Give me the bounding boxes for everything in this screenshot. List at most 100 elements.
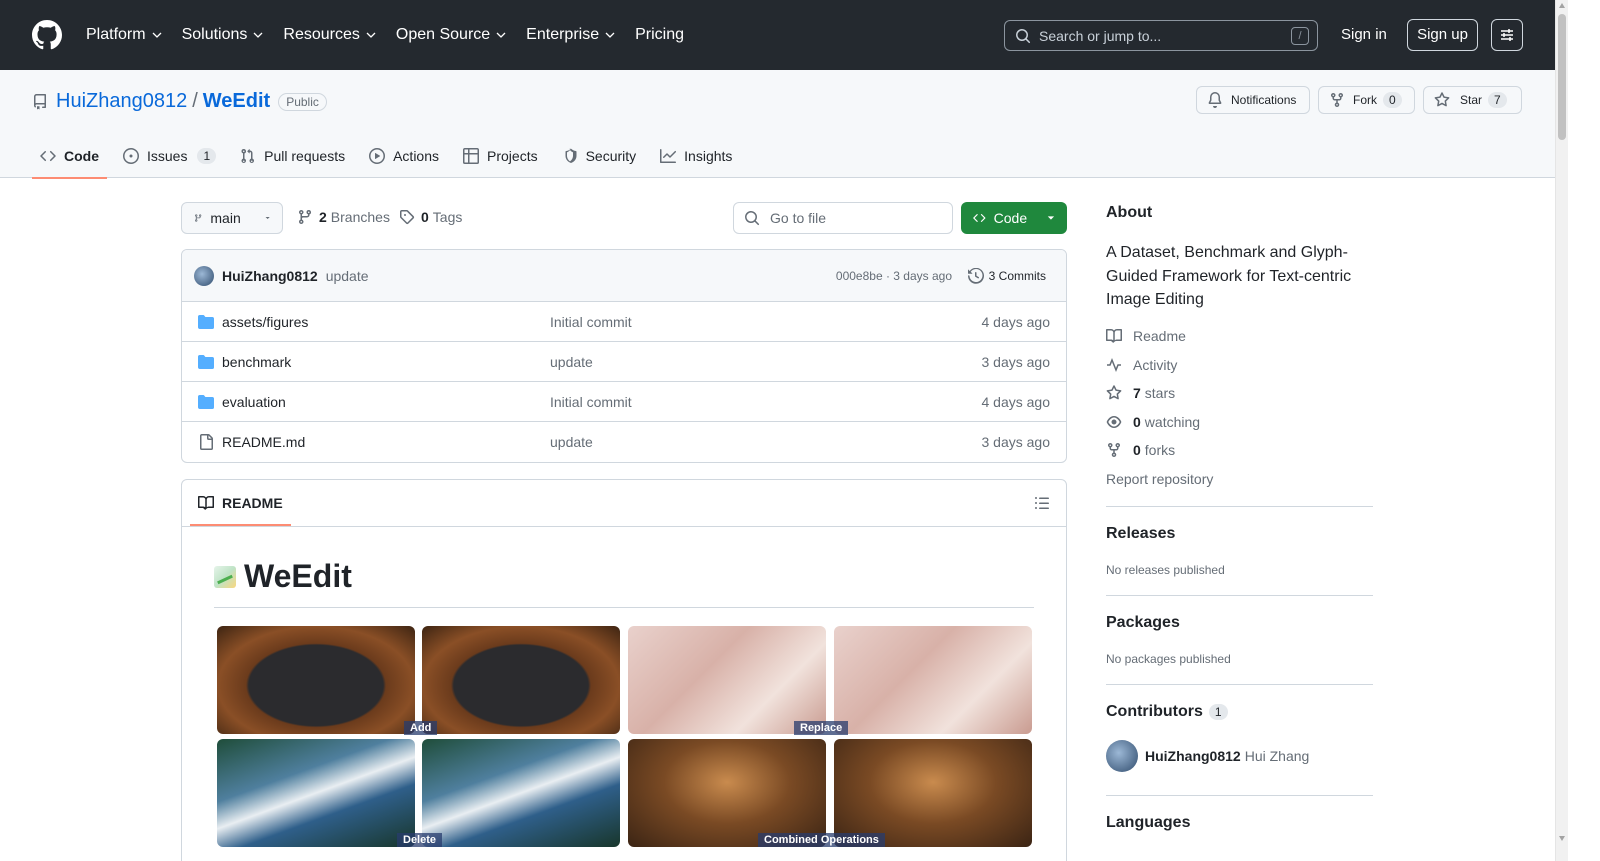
commit-author-link[interactable]: HuiZhang0812 — [222, 268, 318, 284]
avatar[interactable] — [1106, 740, 1138, 772]
search-input[interactable]: Search or jump to... / — [1004, 20, 1318, 51]
example-image-delete-source — [217, 739, 415, 847]
branches-label: Branches — [330, 209, 390, 225]
go-to-file-input[interactable]: Go to file — [733, 202, 953, 234]
releases-empty-note: No releases published — [1106, 563, 1225, 577]
star-icon — [1106, 385, 1122, 400]
example-image-delete-result — [422, 739, 620, 847]
file-name-link[interactable]: README.md — [222, 434, 542, 450]
contributor-login[interactable]: HuiZhang0812 — [1145, 748, 1241, 764]
fork-count: 0 — [1383, 92, 1402, 108]
readme-title-rule — [214, 607, 1034, 608]
watching-link[interactable]: 0 watching — [1106, 414, 1200, 430]
tab-security[interactable]: Security — [554, 134, 645, 178]
table-icon — [463, 148, 480, 164]
file-name-link[interactable]: assets/figures — [222, 314, 542, 330]
caret-down-icon — [1047, 216, 1055, 220]
tab-insights[interactable]: Insights — [652, 134, 740, 178]
activity-link[interactable]: Activity — [1106, 357, 1177, 373]
contributors-title: Contributors — [1106, 703, 1203, 720]
file-name-link[interactable]: evaluation — [222, 394, 542, 410]
scroll-up-arrow-icon[interactable] — [1559, 3, 1565, 8]
nav-item-resources[interactable]: Resources — [283, 26, 376, 44]
example-image-replace-result — [834, 626, 1032, 734]
sign-in-link[interactable]: Sign in — [1341, 26, 1387, 43]
chevron-down-icon — [366, 32, 376, 38]
report-repository-link[interactable]: Report repository — [1106, 471, 1213, 487]
tab-issues[interactable]: Issues 1 — [115, 134, 224, 178]
chevron-down-icon — [253, 32, 263, 38]
scroll-down-arrow-icon[interactable] — [1559, 836, 1565, 841]
branch-icon — [195, 214, 202, 222]
sidebar-divider — [1106, 595, 1373, 596]
forks-link[interactable]: 0 forks — [1106, 442, 1175, 458]
appearance-menu-button[interactable] — [1491, 19, 1523, 51]
file-commit-message-link[interactable]: Initial commit — [550, 314, 632, 330]
nav-item-enterprise[interactable]: Enterprise — [526, 26, 616, 44]
releases-heading[interactable]: Releases — [1106, 525, 1175, 543]
commit-count-label: 3 Commits — [988, 268, 1046, 283]
nav-item-solutions[interactable]: Solutions — [182, 26, 265, 44]
notifications-button[interactable]: Notifications — [1196, 86, 1310, 114]
readme-tab[interactable]: README — [190, 480, 291, 526]
tab-pull-requests[interactable]: Pull requests — [232, 134, 353, 178]
commit-message-link[interactable]: update — [326, 268, 369, 284]
shield-icon — [565, 148, 577, 163]
readme-title: WeEdit — [214, 558, 352, 595]
search-icon — [1016, 28, 1031, 43]
tab-code[interactable]: Code — [32, 134, 107, 179]
fork-icon — [1108, 442, 1120, 458]
table-row[interactable]: README.md update 3 days ago — [182, 422, 1066, 462]
stars-link[interactable]: 7 stars — [1106, 385, 1175, 401]
file-name-link[interactable]: benchmark — [222, 354, 542, 370]
nav-item-pricing[interactable]: Pricing — [635, 26, 684, 44]
github-logo-icon[interactable] — [32, 20, 62, 50]
global-header: Platform Solutions Resources Open Source Ent… — [0, 0, 1555, 70]
code-icon — [973, 214, 986, 222]
tags-count: 0 — [421, 209, 429, 225]
branches-link[interactable]: 2 Branches — [297, 209, 390, 225]
eye-icon — [1106, 416, 1122, 428]
scroll-thumb[interactable] — [1558, 14, 1566, 140]
file-commit-message-link[interactable]: update — [550, 434, 593, 450]
avatar[interactable] — [194, 265, 214, 286]
contributors-heading[interactable]: Contributors 1 — [1106, 703, 1228, 721]
tab-actions[interactable]: Actions — [361, 134, 447, 178]
branch-selector[interactable]: main — [181, 202, 283, 234]
contributor-item[interactable]: HuiZhang0812 Hui Zhang — [1106, 740, 1309, 772]
pull-request-icon — [241, 148, 255, 164]
file-commit-message-link[interactable]: Initial commit — [550, 394, 632, 410]
commit-hash-and-date[interactable]: 000e8be · 3 days ago — [836, 269, 952, 283]
commits-history-link[interactable]: 3 Commits — [967, 267, 1046, 284]
tab-projects[interactable]: Projects — [455, 134, 546, 178]
repo-owner-link[interactable]: HuiZhang0812 — [56, 90, 187, 113]
tag-icon — [400, 210, 415, 225]
fork-button[interactable]: Fork 0 — [1318, 86, 1415, 114]
star-count: 7 — [1488, 92, 1507, 108]
nav-item-label: Open Source — [395, 26, 491, 43]
code-button-label: Code — [993, 210, 1028, 226]
code-dropdown-button[interactable]: Code — [961, 202, 1067, 234]
repo-name-link[interactable]: WeEdit — [203, 90, 270, 113]
page-scrollbar[interactable] — [1555, 0, 1568, 861]
file-commit-message-link[interactable]: update — [550, 354, 593, 370]
weedit-logo-icon — [214, 565, 236, 588]
stars-count: 7 — [1133, 385, 1141, 401]
outline-list-icon[interactable] — [1034, 495, 1050, 511]
readme-link-label: Readme — [1133, 328, 1186, 344]
nav-item-platform[interactable]: Platform — [86, 26, 163, 44]
table-row[interactable]: evaluation Initial commit 4 days ago — [182, 382, 1066, 422]
readme-link[interactable]: Readme — [1106, 328, 1186, 344]
nav-item-open-source[interactable]: Open Source — [396, 26, 507, 44]
packages-empty-note: No packages published — [1106, 652, 1231, 666]
go-to-file-placeholder: Go to file — [770, 210, 827, 226]
packages-heading[interactable]: Packages — [1106, 614, 1180, 632]
table-row[interactable]: benchmark update 3 days ago — [182, 342, 1066, 382]
table-row[interactable]: assets/figures Initial commit 4 days ago — [182, 302, 1066, 342]
repo-tabs: Code Issues 1 Pull requests Actions Projects S… — [32, 134, 748, 179]
tags-link[interactable]: 0 Tags — [399, 209, 462, 225]
star-button[interactable]: Star 7 — [1423, 86, 1522, 114]
issue-icon — [123, 148, 139, 164]
caption-combined-operations: Combined Operations — [758, 833, 885, 847]
sign-up-button[interactable]: Sign up — [1407, 19, 1478, 51]
